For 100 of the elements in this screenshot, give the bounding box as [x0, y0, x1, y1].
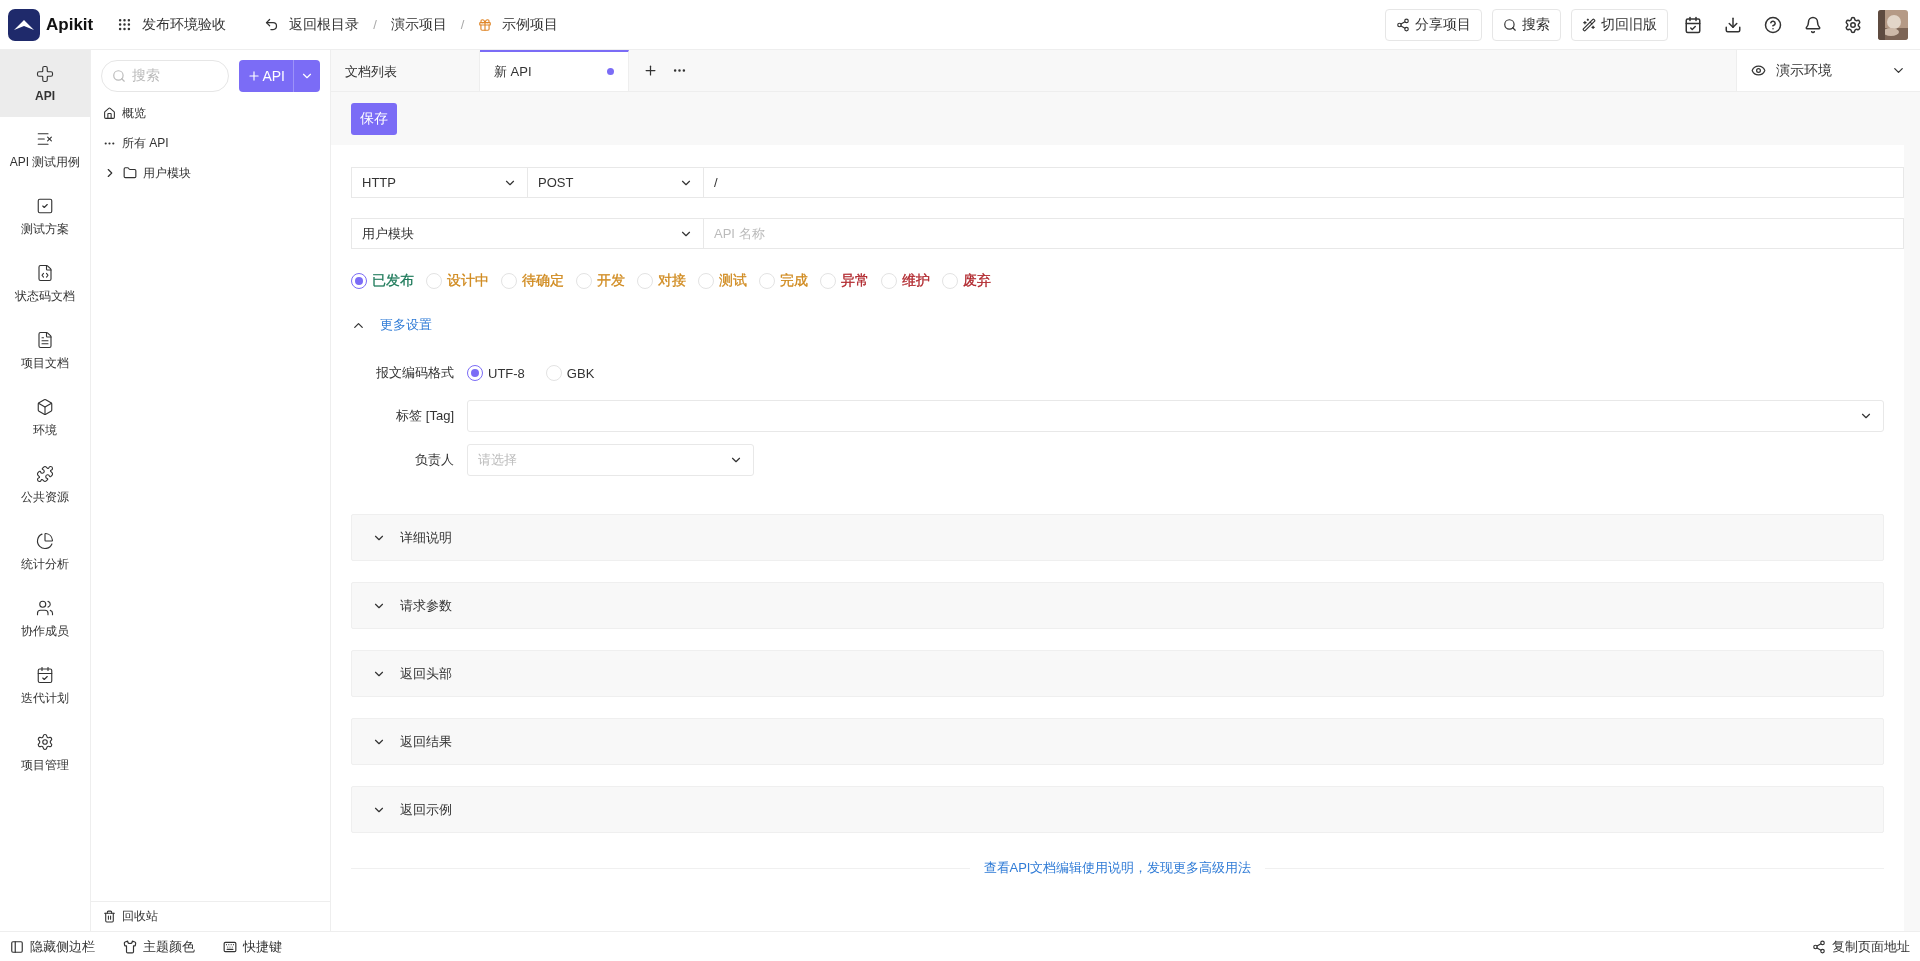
download-icon[interactable] [1724, 15, 1742, 34]
breadcrumb-separator: / [373, 17, 377, 32]
collapsible-section[interactable]: 返回头部 [351, 650, 1884, 697]
status-radio[interactable]: 废弃 [942, 272, 991, 290]
environment-select[interactable]: 演示环境 [1736, 50, 1920, 91]
collapsible-section[interactable]: 请求参数 [351, 582, 1884, 629]
gift-icon [478, 17, 493, 32]
footer-item[interactable]: 快捷键 [223, 937, 282, 956]
breadcrumb[interactable]: 演示项目 [390, 15, 447, 34]
tree-label: 概览 [122, 104, 146, 122]
checkbox-icon [36, 197, 54, 215]
status-label: 对接 [658, 272, 686, 290]
search-icon [112, 69, 126, 83]
status-radio[interactable]: 已发布 [351, 272, 414, 290]
nav-item[interactable]: API [0, 50, 90, 117]
trash-link[interactable]: 回收站 [91, 901, 330, 931]
tab-label: 文档列表 [345, 62, 397, 81]
pie-chart-icon [36, 532, 54, 550]
help-icon[interactable] [1764, 15, 1782, 34]
section-title: 返回头部 [400, 664, 452, 683]
section-title: 返回示例 [400, 800, 452, 819]
footer-label: 主题颜色 [143, 937, 195, 956]
tree-label: 所有 API [122, 134, 169, 152]
nav-item[interactable]: 公共资源 [0, 452, 90, 519]
status-label: 已发布 [372, 272, 414, 290]
section-title: 详细说明 [400, 528, 452, 547]
sidebar-icon [10, 939, 24, 954]
logo-icon [8, 8, 40, 41]
nav-item[interactable]: 环境 [0, 385, 90, 452]
back-icon[interactable] [264, 17, 280, 32]
tree-item[interactable]: 所有 API [91, 128, 330, 158]
nav-item[interactable]: 项目管理 [0, 720, 90, 787]
calendar-icon[interactable] [1684, 15, 1702, 34]
nav-item[interactable]: 项目文档 [0, 318, 90, 385]
tree-item[interactable]: 概览 [91, 98, 330, 128]
method-select[interactable]: POST [527, 167, 703, 198]
status-radio[interactable]: 异常 [820, 272, 869, 290]
status-radio[interactable]: 维护 [881, 272, 930, 290]
collapsible-section[interactable]: 详细说明 [351, 514, 1884, 561]
encoding-radio[interactable]: GBK [545, 365, 595, 381]
puzzle-icon [36, 465, 54, 483]
grid-icon[interactable] [117, 17, 133, 32]
wand-icon [1582, 17, 1596, 32]
path-field[interactable]: / [703, 167, 1904, 198]
status-label: 完成 [780, 272, 808, 290]
status-label: 开发 [597, 272, 625, 290]
nav-item[interactable]: 测试方案 [0, 184, 90, 251]
cross-icon [36, 64, 54, 83]
breadcrumb[interactable]: 示例项目 [502, 15, 559, 34]
add-tab-icon[interactable] [643, 63, 658, 78]
field-label: 标签 [Tag] [395, 407, 454, 425]
tab[interactable]: 新 API [480, 50, 629, 91]
toolbar-button[interactable]: 分享项目 [1385, 8, 1482, 41]
save-button[interactable]: 保存 [351, 102, 397, 135]
keyboard-icon [223, 939, 237, 954]
group-select[interactable]: 用户模块 [351, 218, 703, 249]
add-api-button[interactable]: API [239, 60, 320, 92]
status-label: 异常 [841, 272, 869, 290]
eye-icon [1751, 63, 1766, 78]
nav-label: 项目文档 [21, 355, 69, 372]
trash-icon [103, 910, 116, 923]
status-label: 维护 [902, 272, 930, 290]
settings-icon[interactable] [1844, 15, 1862, 34]
name-field[interactable]: API 名称 [703, 218, 1904, 249]
nav-item[interactable]: 协作成员 [0, 586, 90, 653]
tree-item[interactable]: 用户模块 [91, 158, 330, 188]
section-title: 返回结果 [400, 732, 452, 751]
field-label: 负责人 [414, 451, 454, 469]
status-label: 废弃 [963, 272, 991, 290]
logo-text: Apikit [46, 14, 94, 35]
section-title: 请求参数 [400, 596, 452, 615]
protocol-select[interactable]: HTTP [351, 167, 527, 198]
nav-label: 协作成员 [21, 623, 69, 640]
nav-item[interactable]: 统计分析 [0, 519, 90, 586]
back-link[interactable]: 返回根目录 [289, 15, 360, 34]
nav-item[interactable]: 状态码文档 [0, 251, 90, 318]
status-label: 设计中 [447, 272, 489, 290]
search-icon [1503, 17, 1517, 32]
footer-item[interactable]: 隐藏侧边栏 [10, 937, 95, 956]
share-icon [1812, 939, 1826, 954]
help-link[interactable]: 查看API文档编辑使用说明，发现更多高级用法 [983, 859, 1252, 877]
bell-icon[interactable] [1804, 15, 1822, 34]
collapsible-section[interactable]: 返回结果 [351, 718, 1884, 765]
copy-link[interactable]: 复制页面地址 [1812, 937, 1910, 956]
nav-item[interactable]: API 测试用例 [0, 117, 90, 184]
unsaved-dot [607, 68, 614, 75]
toolbar-button[interactable]: 切回旧版 [1571, 8, 1668, 41]
trash-label: 回收站 [122, 908, 158, 925]
tree-label: 用户模块 [143, 164, 191, 182]
more-settings-toggle[interactable]: 更多设置 [351, 316, 1904, 334]
breadcrumb-separator: / [460, 17, 465, 32]
encoding-radio[interactable]: UTF-8 [467, 365, 525, 381]
shirt-icon [123, 939, 137, 954]
footer-item[interactable]: 主题颜色 [123, 937, 195, 956]
tab-label: 新 API [494, 62, 532, 81]
nav-label: 统计分析 [21, 556, 69, 573]
collapsible-section[interactable]: 返回示例 [351, 786, 1884, 833]
toolbar-button[interactable]: 搜索 [1492, 8, 1561, 41]
workspace-name[interactable]: 发布环境验收 [142, 15, 227, 34]
nav-item[interactable]: 迭代计划 [0, 653, 90, 720]
